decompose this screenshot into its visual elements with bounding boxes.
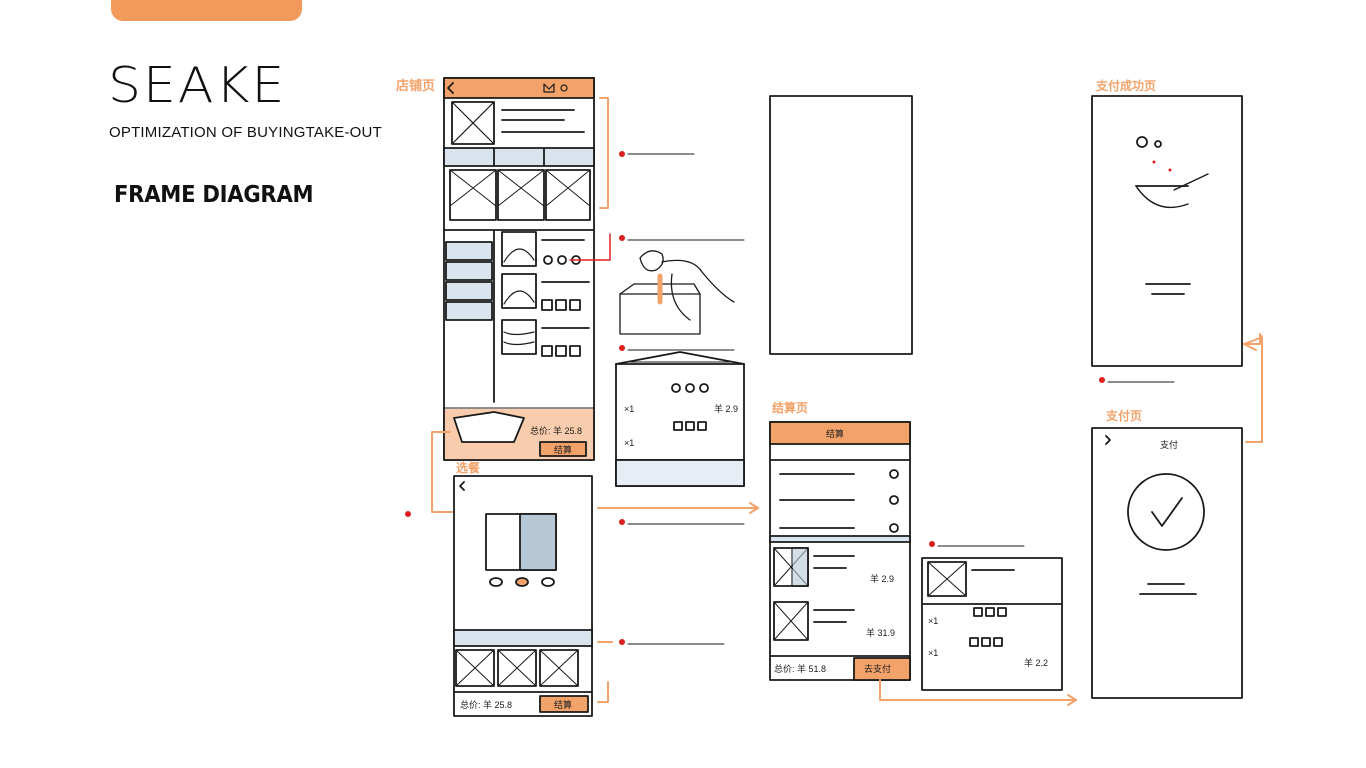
svg-text:羊 31.9: 羊 31.9 [866,627,895,638]
svg-text:店铺页: 店铺页 [396,78,435,93]
sketch-illustration: 店铺页 总价: 羊 25.8 结算 ×1 羊 2.9 ×1 选餐 总价: 羊 2… [396,77,1263,717]
svg-text:×1: ×1 [624,404,634,414]
screen-payment: 支付页 支付 [1091,408,1243,699]
svg-text:结算: 结算 [826,428,844,439]
screen-checkout: 结算页 结算 羊 2.9 羊 31.9 总价: 羊 51.8 去支付 [769,400,911,681]
svg-text:羊 2.9: 羊 2.9 [870,573,894,584]
svg-text:×1: ×1 [624,438,634,448]
screen-menu: 选餐 总价: 羊 25.8 结算 [453,460,593,717]
svg-text:总价: 羊 25.8: 总价: 羊 25.8 [530,425,582,436]
detail-popup: ×1 羊 2.9 ×1 [615,351,745,487]
brand-subtitle: OPTIMIZATION OF BUYINGTAKE-OUT [109,124,382,141]
top-orange-tab [111,0,302,21]
svg-text:结算页: 结算页 [772,400,808,415]
svg-text:总价: 羊 51.8: 总价: 羊 51.8 [774,663,826,674]
svg-text:结算: 结算 [554,444,572,455]
svg-text:支付成功页: 支付成功页 [1095,78,1156,93]
screen-success: 支付成功页 [1091,78,1243,367]
section-title: FRAME DIAGRAM [114,182,314,208]
finger-illustration [619,250,735,335]
screen-blank [769,95,913,355]
svg-text:×1: ×1 [928,648,938,658]
svg-text:去支付: 去支付 [864,663,891,674]
svg-text:羊 2.9: 羊 2.9 [714,403,738,414]
svg-text:支付: 支付 [1160,439,1178,450]
svg-text:选餐: 选餐 [456,460,481,475]
svg-text:总价: 羊 25.8: 总价: 羊 25.8 [460,699,512,710]
cart-detail: ×1 ×1 羊 2.2 [921,541,1063,691]
brand-title: SEAKE [108,57,287,115]
svg-text:羊 2.2: 羊 2.2 [1024,657,1048,668]
frame-diagram-sketch: 店铺页 总价: 羊 25.8 结算 ×1 羊 2.9 ×1 选餐 总价: 羊 2… [384,62,1286,720]
svg-text:支付页: 支付页 [1105,408,1142,423]
svg-text:×1: ×1 [928,616,938,626]
svg-text:结算: 结算 [554,699,572,710]
screen-store: 店铺页 总价: 羊 25.8 结算 [396,77,595,461]
